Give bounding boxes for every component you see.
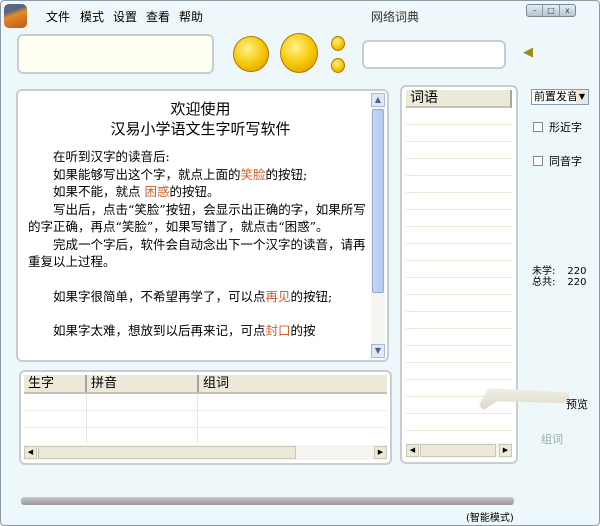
progress-bar bbox=[21, 497, 514, 505]
menu-view[interactable]: 查看 bbox=[146, 8, 170, 25]
intro-line: 完成一个字后，软件会自动念出下一个汉字的读音，请再重复以上过程。 bbox=[28, 236, 366, 270]
intro-line: 如果字太难，想放到以后再来记，可点封口的按 bbox=[53, 323, 316, 338]
minimize-button[interactable]: – bbox=[527, 5, 544, 16]
checkbox-box[interactable] bbox=[533, 156, 543, 166]
app-window: 文件 模式 设置 查看 帮助 网络词典 – □ x ◀︎ 欢迎使用 汉易小学语文… bbox=[0, 0, 600, 526]
window-controls: – □ x bbox=[526, 4, 576, 17]
column-header-character[interactable]: 生字 bbox=[24, 375, 87, 392]
table-header: 生字 拼音 组词 bbox=[24, 375, 387, 394]
checkbox-label: 同音字 bbox=[549, 155, 582, 168]
intro-subheading: 汉易小学语文生字听写软件 bbox=[110, 120, 291, 138]
word-group-option[interactable]: 组词 bbox=[541, 431, 563, 447]
unlearned-count: 未学: 220 bbox=[532, 266, 587, 277]
intro-line: 如果能够写出这个字，就点上面的笑脸的按钮; bbox=[53, 166, 308, 182]
smile-face-button[interactable] bbox=[233, 36, 269, 72]
scroll-thumb[interactable] bbox=[420, 444, 496, 457]
menu-help[interactable]: 帮助 bbox=[179, 8, 203, 25]
vertical-scrollbar[interactable]: ▲ ▼ bbox=[371, 93, 385, 358]
maximize-button[interactable]: □ bbox=[543, 5, 560, 16]
intro-line: 在听到汉字的读音后: bbox=[53, 149, 170, 164]
similar-shape-checkbox[interactable]: 形近字 bbox=[533, 119, 582, 135]
column-divider bbox=[197, 394, 198, 443]
pronunciation-select[interactable]: 前置发音 ▼ bbox=[531, 89, 589, 105]
intro-text-panel: 欢迎使用 汉易小学语文生字听写软件 在听到汉字的读音后: 如果能够写出这个字，就… bbox=[16, 89, 389, 362]
bye-face-button[interactable] bbox=[331, 36, 345, 51]
character-table[interactable]: 生字 拼音 组词 ◀ ▶ bbox=[19, 370, 392, 465]
horizontal-scrollbar[interactable]: ◀ ▶ bbox=[406, 443, 512, 458]
intro-heading: 欢迎使用 bbox=[170, 100, 231, 118]
column-divider bbox=[86, 394, 87, 443]
column-header-pinyin[interactable]: 拼音 bbox=[87, 375, 199, 392]
scroll-left-icon[interactable]: ◀ bbox=[406, 444, 419, 457]
scroll-left-icon[interactable]: ◀ bbox=[24, 446, 37, 459]
preview-option[interactable]: 预览 bbox=[566, 396, 588, 412]
checkbox-box[interactable] bbox=[533, 122, 543, 132]
word-list[interactable]: 词语 ◀ ▶ bbox=[400, 85, 518, 464]
menu-mode[interactable]: 模式 bbox=[80, 8, 104, 25]
column-header-words[interactable]: 组词 bbox=[199, 375, 387, 392]
scroll-right-icon[interactable]: ▶ bbox=[374, 446, 387, 459]
table-rows[interactable] bbox=[24, 394, 387, 443]
word-list-header[interactable]: 词语 bbox=[406, 90, 512, 108]
speaker-icon[interactable]: ◀︎ bbox=[523, 45, 533, 60]
pinyin-input[interactable] bbox=[362, 40, 506, 69]
scroll-thumb[interactable] bbox=[372, 109, 384, 293]
seal-face-button[interactable] bbox=[331, 58, 345, 73]
close-button[interactable]: x bbox=[560, 5, 575, 16]
mode-status: (智能模式) bbox=[466, 513, 514, 524]
intro-line: 如果不能，就点 困惑的按钮。 bbox=[53, 184, 220, 199]
window-title: 网络词典 bbox=[371, 10, 420, 24]
app-logo-icon[interactable] bbox=[4, 4, 27, 28]
scroll-thumb[interactable] bbox=[38, 446, 296, 459]
scroll-right-icon[interactable]: ▶ bbox=[499, 444, 512, 457]
homophone-checkbox[interactable]: 同音字 bbox=[533, 153, 582, 169]
menu-file[interactable]: 文件 bbox=[46, 8, 70, 25]
character-display-input[interactable] bbox=[17, 34, 214, 74]
menu-settings[interactable]: 设置 bbox=[113, 8, 137, 25]
select-value: 前置发音 bbox=[534, 90, 578, 103]
intro-line: 写出后，点击“笑脸”按钮，会显示出正确的字，如果所写的字正确，再点“笑脸”，如果… bbox=[28, 201, 366, 235]
scroll-up-icon[interactable]: ▲ bbox=[371, 93, 385, 107]
intro-line: 如果字很简单，不希望再学了，可以点再见的按钮; bbox=[53, 288, 333, 304]
total-count: 总共: 220 bbox=[532, 277, 587, 288]
confused-face-button[interactable] bbox=[280, 33, 318, 73]
scroll-down-icon[interactable]: ▼ bbox=[371, 344, 385, 358]
checkbox-label: 形近字 bbox=[549, 121, 582, 134]
chevron-down-icon[interactable]: ▼ bbox=[576, 90, 588, 104]
horizontal-scrollbar[interactable]: ◀ ▶ bbox=[24, 445, 387, 460]
